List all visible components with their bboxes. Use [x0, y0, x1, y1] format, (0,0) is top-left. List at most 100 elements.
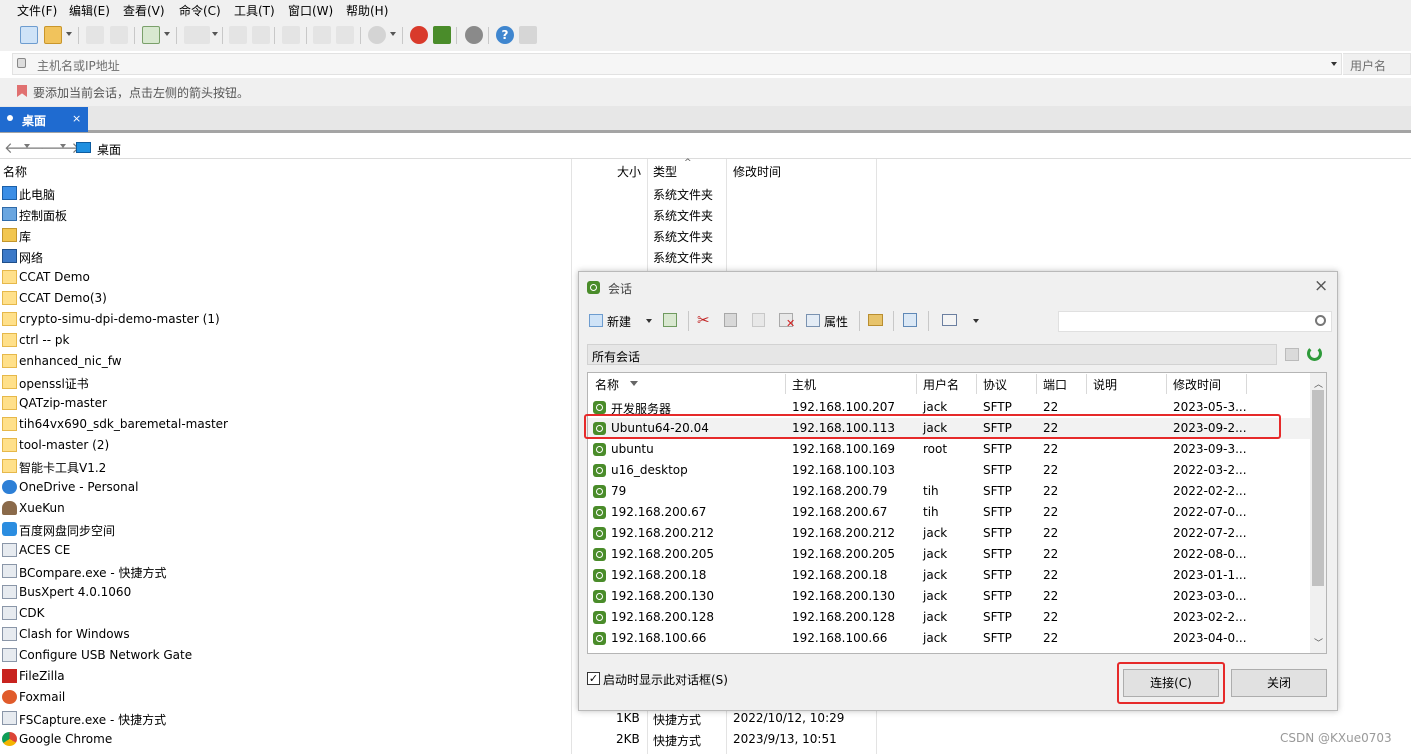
session-row[interactable]: 192.168.200.18 192.168.200.18 jack SFTP 22 20… [588, 565, 1310, 586]
globe-icon[interactable] [368, 26, 386, 44]
list-item[interactable]: 此电脑 [0, 183, 570, 204]
winscp-icon[interactable] [433, 26, 451, 44]
chevron-down-icon[interactable] [973, 319, 979, 323]
breadcrumb-location[interactable]: 桌面 [97, 141, 121, 158]
session-col-header[interactable]: 名称 [595, 376, 619, 393]
session-row[interactable]: 192.168.200.130 192.168.200.130 jack SFTP 22… [588, 586, 1310, 607]
cut-icon[interactable]: ✂ [697, 311, 710, 329]
username-input[interactable]: 用户名 [1343, 53, 1411, 75]
list-item[interactable]: enhanced_nic_fw [0, 351, 570, 372]
paste-icon[interactable] [252, 26, 270, 44]
chat-icon[interactable] [519, 26, 537, 44]
session-row[interactable]: 192.168.200.212 192.168.200.212 jack SFTP 22… [588, 523, 1310, 544]
session-row[interactable]: 79 192.168.200.79 tih SFTP 22 2022-02-2... [588, 481, 1310, 502]
list-item[interactable]: crypto-simu-dpi-demo-master (1) [0, 309, 570, 330]
session-col-header[interactable]: 主机 [792, 376, 816, 393]
col-name-header[interactable]: 名称 [3, 163, 27, 180]
checkbox-check-icon[interactable]: ✓ [587, 672, 600, 685]
session-search-input[interactable] [1058, 311, 1332, 332]
list-item[interactable]: XueKun [0, 498, 570, 519]
list-item[interactable]: 智能卡工具V1.2 [0, 456, 570, 477]
refresh-icon[interactable] [1307, 346, 1322, 361]
dialog-close-icon[interactable]: × [1314, 276, 1328, 296]
session-col-header[interactable]: 端口 [1043, 376, 1067, 393]
list-item[interactable]: tih64vx690_sdk_baremetal-master [0, 414, 570, 435]
list-item[interactable]: Google Chrome [0, 729, 570, 750]
col-size-header[interactable]: 大小 [617, 163, 641, 180]
link-icon[interactable] [86, 26, 104, 44]
session-folder-bar[interactable]: 所有会话 [587, 344, 1277, 365]
chevron-down-icon[interactable] [646, 319, 652, 323]
delete-icon[interactable]: ✕ [779, 313, 795, 329]
folder-icon[interactable] [868, 314, 883, 326]
sync-icon[interactable] [142, 26, 160, 44]
list-item[interactable]: 库 [0, 225, 570, 246]
list-item[interactable]: BusXpert 4.0.1060 [0, 582, 570, 603]
session-col-header[interactable]: 修改时间 [1173, 376, 1221, 393]
scrollbar-thumb[interactable] [1312, 390, 1324, 586]
list-item[interactable]: openssl证书 [0, 372, 570, 393]
session-row[interactable]: u16_desktop 192.168.100.103 SFTP 22 2022-03-… [588, 460, 1310, 481]
chevron-down-icon[interactable] [164, 32, 170, 36]
list-item[interactable]: 控制面板 [0, 204, 570, 225]
chevron-down-icon[interactable] [390, 32, 396, 36]
list-item[interactable]: FSCapture.exe - 快捷方式 [0, 708, 570, 729]
list-item[interactable]: Clash for Windows [0, 624, 570, 645]
folder-up-icon[interactable] [1285, 348, 1299, 361]
copy-icon[interactable] [724, 313, 737, 327]
menu-item-6[interactable]: 帮助(H) [346, 2, 388, 19]
gear-icon[interactable] [465, 26, 483, 44]
paste-icon[interactable] [752, 313, 765, 327]
connect-button[interactable]: 连接(C) [1123, 669, 1219, 697]
session-row[interactable]: ubuntu 192.168.100.169 root SFTP 22 2023-09-3… [588, 439, 1310, 460]
transfer-icon[interactable] [282, 26, 300, 44]
console-icon[interactable] [184, 26, 210, 44]
scroll-down-icon[interactable]: ﹀ [1314, 636, 1323, 649]
menu-item-1[interactable]: 编辑(E) [69, 2, 110, 19]
col-modified-header[interactable]: 修改时间 [733, 163, 781, 180]
list-item[interactable]: QATzip-master [0, 393, 570, 414]
session-col-header[interactable]: 说明 [1093, 376, 1117, 393]
copy-icon[interactable] [229, 26, 247, 44]
list-item[interactable]: tool-master (2) [0, 435, 570, 456]
chevron-down-icon[interactable] [212, 32, 218, 36]
new-session-button[interactable]: 新建 [587, 310, 667, 332]
tab-desktop[interactable]: 桌面 × [0, 107, 88, 132]
save-icon[interactable] [663, 313, 677, 327]
list-item[interactable]: FileZilla [0, 666, 570, 687]
list-item[interactable]: ctrl -- pk [0, 330, 570, 351]
menu-item-2[interactable]: 查看(V) [123, 2, 165, 19]
session-row[interactable]: 192.168.100.66 192.168.100.66 jack SFTP 22 20… [588, 628, 1310, 649]
new-session-icon[interactable] [20, 26, 38, 44]
putty-icon[interactable] [410, 26, 428, 44]
menu-item-0[interactable]: 文件(F) [17, 2, 57, 19]
menu-item-3[interactable]: 命令(C) [179, 2, 221, 19]
list-item[interactable]: 网络 [0, 246, 570, 267]
scrollbar[interactable]: ︿ ﹀ [1310, 373, 1326, 653]
open-folder-icon[interactable] [44, 26, 62, 44]
shortcut-icon[interactable] [903, 313, 917, 327]
list-item[interactable]: Configure USB Network Gate [0, 645, 570, 666]
list-item[interactable]: CCAT Demo(3) [0, 288, 570, 309]
session-row[interactable]: 192.168.200.67 192.168.200.67 tih SFTP 22 202… [588, 502, 1310, 523]
chevron-down-icon[interactable] [1331, 62, 1337, 66]
host-input-box[interactable]: 主机名或IP地址 [12, 53, 1342, 75]
list-item[interactable]: 百度网盘同步空间 [0, 519, 570, 540]
list-item[interactable]: CDK [0, 603, 570, 624]
session-col-header[interactable]: 用户名 [923, 376, 959, 393]
session-col-header[interactable]: 协议 [983, 376, 1007, 393]
unlink-icon[interactable] [110, 26, 128, 44]
session-row[interactable]: 192.168.200.205 192.168.200.205 jack SFTP 22… [588, 544, 1310, 565]
queue-list-icon[interactable] [336, 26, 354, 44]
list-item[interactable]: ACES CE [0, 540, 570, 561]
session-row[interactable]: 192.168.200.128 192.168.200.128 jack SFTP 22… [588, 607, 1310, 628]
col-type-header[interactable]: 类型 [653, 163, 677, 180]
list-item[interactable]: Foxmail [0, 687, 570, 708]
menu-item-4[interactable]: 工具(T) [234, 2, 275, 19]
list-item[interactable]: BCompare.exe - 快捷方式 [0, 561, 570, 582]
chevron-down-icon[interactable] [66, 32, 72, 36]
view-icon[interactable] [942, 314, 957, 326]
scroll-up-icon[interactable]: ︿ [1314, 377, 1323, 390]
list-item[interactable]: OneDrive - Personal [0, 477, 570, 498]
startup-checkbox[interactable]: ✓ 启动时显示此对话框(S) [587, 670, 787, 688]
